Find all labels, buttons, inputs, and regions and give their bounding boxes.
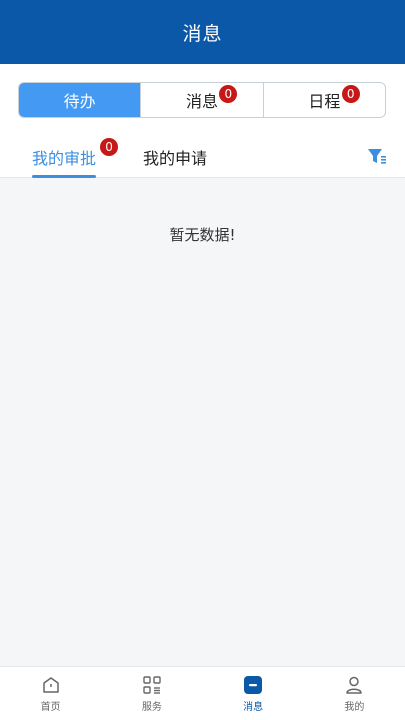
tab-label: 我的申请: [143, 149, 208, 168]
count-badge: 0: [341, 85, 360, 103]
message-icon: [244, 676, 263, 694]
bottom-tab-bar: 首页 服务 消息 我的: [0, 666, 405, 720]
home-icon: [42, 677, 59, 693]
segment-label: 待办: [63, 92, 96, 111]
segment-label: 日程: [308, 92, 341, 111]
segment-schedule[interactable]: 日程 0: [262, 83, 385, 117]
filter-icon[interactable]: [367, 146, 387, 166]
tab-label: 首页: [40, 702, 61, 713]
tab-my-requests[interactable]: 我的申请: [143, 136, 207, 178]
tab-label: 我的: [344, 702, 365, 713]
page-title: 消息: [182, 22, 223, 45]
segment-control: 待办 消息 0 日程 0: [18, 82, 386, 118]
tab-home[interactable]: 首页: [0, 667, 101, 720]
subtab-bar: 我的审批 0 我的申请: [0, 136, 405, 178]
segment-todo[interactable]: 待办: [19, 83, 141, 117]
segment-messages[interactable]: 消息 0: [140, 83, 262, 117]
tab-label: 服务: [141, 702, 162, 713]
tab-my-approvals[interactable]: 我的审批 0: [32, 136, 119, 178]
tab-label: 我的审批: [32, 149, 97, 168]
profile-icon: [346, 676, 363, 694]
grid-icon: [143, 676, 161, 694]
content-area: 暂无数据!: [0, 178, 405, 666]
segment-label: 消息: [185, 92, 218, 111]
tab-services[interactable]: 服务: [101, 667, 202, 720]
tab-messages[interactable]: 消息: [203, 667, 304, 720]
count-badge: 0: [100, 138, 119, 156]
empty-state-text: 暂无数据!: [169, 226, 236, 244]
count-badge: 0: [219, 85, 238, 103]
tab-label: 消息: [243, 702, 264, 713]
app-header: 消息: [0, 0, 405, 64]
tab-profile[interactable]: 我的: [304, 667, 405, 720]
